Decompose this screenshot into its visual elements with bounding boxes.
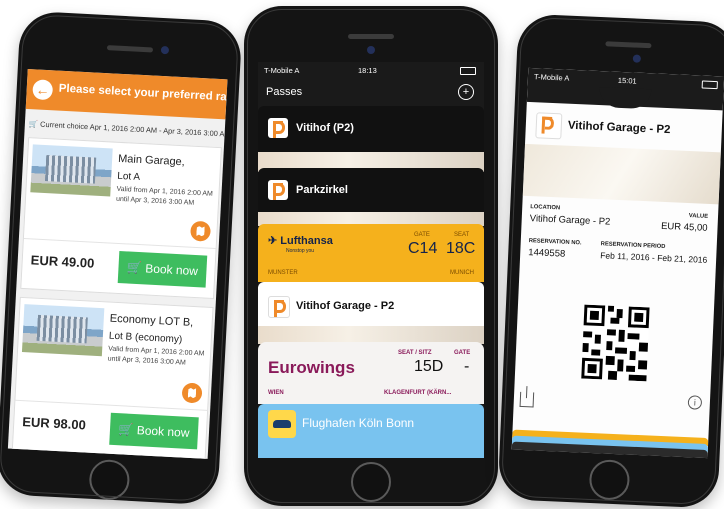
pass-cologne-airport[interactable]: Flughafen Köln Bonn <box>258 404 484 458</box>
pass-name: Flughafen Köln Bonn <box>302 416 415 430</box>
map-icon[interactable] <box>181 382 203 404</box>
home-button <box>88 458 131 501</box>
rate-card: Main Garage, Lot A Valid from Apr 1, 201… <box>20 137 222 300</box>
parking-logo-icon <box>268 118 288 138</box>
lufthansa-tagline: Nonstop you <box>286 248 315 254</box>
rate-name: Main Garage, <box>117 152 186 169</box>
divider <box>15 399 208 411</box>
divider <box>23 237 216 250</box>
cart-icon: 🛒 <box>126 260 143 276</box>
gate-value: C14 <box>408 240 438 257</box>
info-icon[interactable]: i <box>687 395 703 410</box>
battery-icon <box>460 67 476 75</box>
rate-price: EUR 49.00 <box>30 252 95 271</box>
status-bar: T-Mobile A 18:13 <box>258 62 484 78</box>
garage-photo <box>21 304 105 357</box>
clock: 18:13 <box>358 66 377 75</box>
seat-label: SEAT <box>454 232 470 238</box>
cart-icon: 🛒 <box>28 119 39 129</box>
seat-value: 15D <box>414 358 444 375</box>
location-value: Vitihof Garage - P2 <box>529 213 611 228</box>
reservation-no-label: RESERVATION NO. <box>528 238 582 247</box>
garage-photo <box>30 144 113 197</box>
pass-strip-image <box>522 143 721 205</box>
reservation-period-value: Feb 11, 2016 - Feb 21, 2016 <box>600 250 708 265</box>
current-choice: 🛒 Current choice Apr 1, 2016 2:00 AM - A… <box>28 119 228 139</box>
pass-vitihof-garage[interactable]: Vitihof Garage - P2 <box>258 282 484 344</box>
phone-left: ← Please select your preferred rate: 🛒 C… <box>0 10 243 506</box>
phone-right: T-Mobile A 15:01 Vitihof Garage - P2 LOC… <box>497 13 724 509</box>
parking-logo-icon <box>268 296 290 318</box>
page-title: Passes <box>266 86 303 98</box>
camera <box>160 45 170 55</box>
rate-header: ← Please select your preferred rate: <box>25 68 228 120</box>
seat-label: SEAT / SITZ <box>398 350 432 356</box>
share-icon[interactable] <box>519 391 535 408</box>
seat-value: 18C <box>446 240 476 257</box>
rate-sub: Lot B (economy) <box>108 330 183 346</box>
qr-code <box>581 304 650 382</box>
origin: WIEN <box>268 390 284 396</box>
pass-detail-screen: T-Mobile A 15:01 Vitihof Garage - P2 LOC… <box>511 67 724 459</box>
camera <box>367 46 375 54</box>
pass-parkzirkel[interactable]: Parkzirkel <box>258 168 484 214</box>
book-now-button[interactable]: 🛒 Book now <box>109 412 199 450</box>
destination: KLAGENFURT (KÄRN... <box>384 390 452 396</box>
map-icon[interactable] <box>190 220 212 242</box>
add-pass-icon[interactable]: + <box>458 84 474 100</box>
pass-eurowings[interactable]: Eurowings SEAT / SITZ 15D GATE - WIEN KL… <box>258 342 484 404</box>
rate-price: EUR 98.00 <box>21 414 87 433</box>
origin: MUNSTER <box>268 270 298 276</box>
back-arrow-icon[interactable]: ← <box>32 79 54 101</box>
carrier: T-Mobile A <box>264 66 300 75</box>
rate-name: Economy LOT B, <box>109 312 194 329</box>
carrier: T-Mobile A <box>533 72 570 83</box>
pass-title: Vitihof Garage - P2 <box>567 119 671 137</box>
gate-label: GATE <box>454 350 471 356</box>
phone-center: T-Mobile A 18:13 Passes + Vitihof (P2) P… <box>244 6 498 506</box>
reservation-no-value: 1449558 <box>528 247 566 260</box>
value-amount: EUR 45,00 <box>660 220 708 234</box>
eurowings-logo: Eurowings <box>268 358 355 377</box>
header-title: Please select your preferred rate: <box>58 82 228 105</box>
camera <box>632 54 642 63</box>
booking-screen: ← Please select your preferred rate: 🛒 C… <box>7 68 228 459</box>
crane-icon: ✈ <box>268 235 278 247</box>
parking-logo-icon <box>268 180 288 200</box>
rate-card: Economy LOT B, Lot B (economy) Valid fro… <box>11 296 214 459</box>
location-label: LOCATION <box>530 204 561 212</box>
book-now-button[interactable]: 🛒 Book now <box>117 251 208 288</box>
pass-name: Parkzirkel <box>296 184 348 196</box>
gate-label: GATE <box>414 232 430 238</box>
rate-sub: Lot A <box>116 170 141 183</box>
clock: 15:01 <box>617 75 637 86</box>
battery-icon <box>701 80 718 90</box>
home-button <box>351 462 391 502</box>
reservation-period-label: RESERVATION PERIOD <box>600 241 666 251</box>
lufthansa-logo: ✈ Lufthansa <box>268 235 333 247</box>
pass-name: Vitihof (P2) <box>296 122 354 134</box>
cart-icon: 🛒 <box>118 422 134 437</box>
speaker <box>106 45 154 53</box>
home-button <box>588 458 631 501</box>
value-label: VALUE <box>688 213 709 220</box>
pass-lufthansa[interactable]: ✈ Lufthansa Nonstop you GATE C14 SEAT 18… <box>258 224 484 282</box>
speaker <box>605 41 652 49</box>
car-icon <box>268 410 296 438</box>
parking-logo-icon <box>535 112 563 140</box>
gate-value: - <box>464 358 470 375</box>
wallet-screen: T-Mobile A 18:13 Passes + Vitihof (P2) P… <box>258 62 484 458</box>
pass-name: Vitihof Garage - P2 <box>296 300 395 312</box>
speaker <box>348 34 394 39</box>
pass-vitihof[interactable]: Vitihof (P2) <box>258 106 484 152</box>
destination: MUNICH <box>450 270 474 276</box>
